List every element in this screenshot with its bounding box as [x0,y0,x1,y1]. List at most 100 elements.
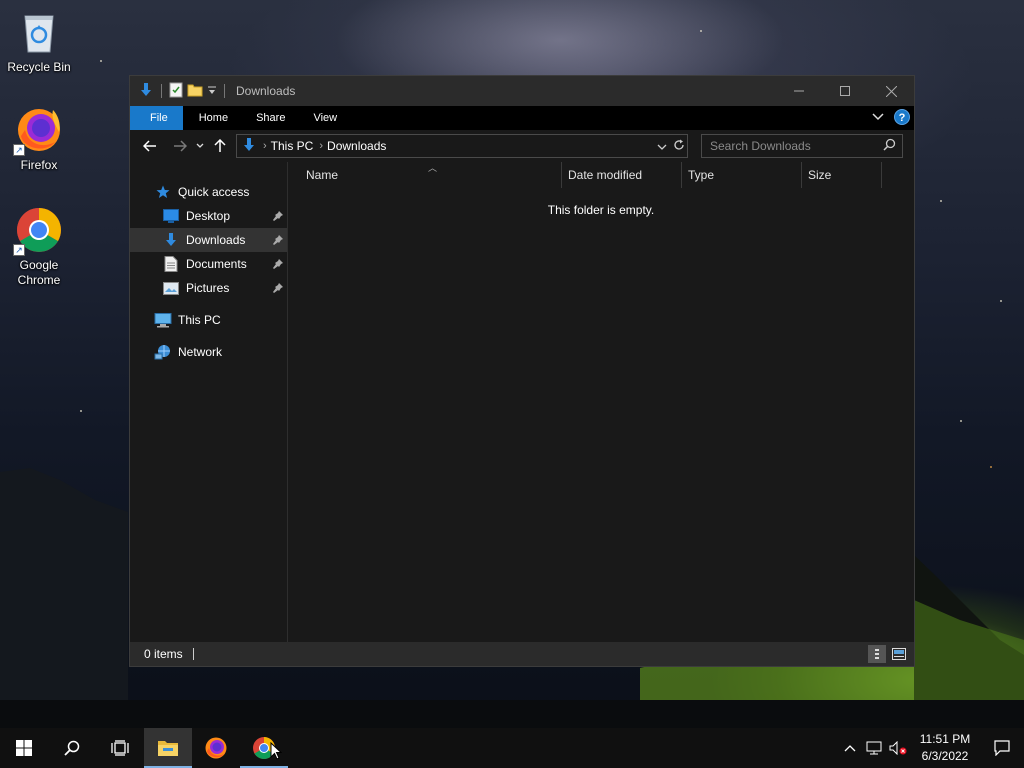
nav-item-label: Desktop [186,209,231,223]
minimize-button[interactable] [776,76,822,106]
taskbar-clock[interactable]: 11:51 PM 6/3/2022 [910,731,980,765]
help-button[interactable]: ? [894,109,910,125]
tab-file[interactable]: File [130,106,183,130]
ribbon-tabs: File Home Share View ? [130,106,914,130]
downloads-folder-icon [162,232,180,248]
star-icon [154,184,172,200]
column-label: Type [688,168,715,182]
nav-item-network[interactable]: Network [130,340,287,364]
shortcut-arrow-icon: ↗ [13,144,25,156]
firefox-icon [205,737,227,759]
nav-item-downloads[interactable]: Downloads [130,228,287,252]
large-icons-view-icon [892,648,906,660]
view-buttons [868,645,908,663]
forward-button[interactable] [168,134,192,158]
customize-toolbar-dropdown-icon[interactable] [207,84,217,99]
file-explorer-icon [158,741,178,756]
back-button[interactable] [138,134,162,158]
action-center-button[interactable] [980,728,1024,768]
expand-ribbon-button[interactable] [872,110,884,124]
desktop-icon-recycle-bin[interactable]: Recycle Bin [1,8,77,75]
pin-icon [273,210,283,224]
pin-icon [273,234,283,248]
explorer-content: Quick access Desktop Downloads Documents… [130,162,914,642]
breadcrumb-downloads[interactable]: Downloads [327,139,386,153]
navigation-pane[interactable]: Quick access Desktop Downloads Documents… [130,162,288,642]
quick-access-toolbar: Downloads [130,76,295,106]
nav-item-pictures[interactable]: Pictures [130,276,287,300]
toolbar-separator [161,84,162,98]
forward-arrow-icon [174,140,187,152]
desktop-icon-google-chrome[interactable]: ↗ Google Chrome [1,206,77,288]
file-explorer-window: Downloads File Home Share View ? › This … [129,75,915,667]
clock-time: 11:51 PM [919,732,971,746]
column-header-type[interactable]: Type [682,162,802,188]
chevron-down-icon [657,144,667,150]
file-list-pane[interactable]: ︿ Name Date modified Type Size This fold… [288,162,914,642]
network-status-button[interactable] [862,728,886,768]
large-icons-view-button[interactable] [890,645,908,663]
recent-locations-button[interactable] [192,134,208,158]
up-arrow-icon [214,139,226,152]
nav-item-this-pc[interactable]: This PC [130,308,287,332]
pictures-folder-icon [162,280,180,296]
start-button[interactable] [0,728,48,768]
back-arrow-icon [143,140,156,152]
pin-icon [273,282,283,296]
taskbar-firefox[interactable] [192,728,240,768]
status-divider [192,648,194,660]
task-view-icon [111,740,129,756]
tab-share[interactable]: Share [242,106,299,130]
properties-icon[interactable] [169,82,183,101]
taskbar-chrome[interactable] [240,728,288,768]
column-header-name[interactable]: ︿ Name [288,162,562,188]
nav-item-label: Network [178,345,223,359]
show-hidden-icons-button[interactable] [838,728,862,768]
column-header-size[interactable]: Size [802,162,882,188]
task-view-button[interactable] [96,728,144,768]
chevron-up-icon [844,745,856,752]
desktop-icon-label: Recycle Bin [7,60,71,74]
search-input[interactable] [702,135,872,157]
nav-item-label: Downloads [186,233,246,247]
title-bar[interactable]: Downloads [130,76,914,106]
toolbar-separator [224,84,225,98]
recycle-bin-icon [15,8,63,56]
tab-view[interactable]: View [299,106,351,130]
nav-item-label: Quick access [178,185,250,199]
minimize-icon [794,90,804,92]
taskbar-file-explorer[interactable] [144,728,192,768]
tab-home[interactable]: Home [185,106,242,130]
maximize-icon [840,86,850,96]
nav-item-documents[interactable]: Documents [130,252,287,276]
new-folder-icon[interactable] [187,82,203,101]
navigation-bar: › This PC › Downloads [130,130,914,162]
window-controls [776,76,914,106]
breadcrumb-separator[interactable]: › [319,140,323,152]
column-header-date-modified[interactable]: Date modified [562,162,682,188]
close-button[interactable] [868,76,914,106]
up-button[interactable] [208,134,232,158]
status-bar: 0 items [130,642,914,666]
taskbar-search-button[interactable] [48,728,96,768]
system-tray: 11:51 PM 6/3/2022 [838,728,1024,768]
search-box[interactable] [701,134,903,158]
breadcrumb-separator[interactable]: › [263,140,267,152]
breadcrumb-this-pc[interactable]: This PC [271,139,314,153]
volume-muted-icon [889,741,907,755]
column-label: Size [808,168,832,182]
desktop-icon-firefox[interactable]: ↗ Firefox [1,106,77,173]
column-headers: ︿ Name Date modified Type Size [288,162,914,188]
nav-item-quick-access[interactable]: Quick access [130,180,287,204]
nav-item-desktop[interactable]: Desktop [130,204,287,228]
address-bar[interactable]: › This PC › Downloads [236,134,688,158]
details-view-button[interactable] [868,645,886,663]
volume-button[interactable] [886,728,910,768]
address-history-dropdown[interactable] [657,139,667,153]
nav-item-label: This PC [178,313,221,327]
firefox-icon: ↗ [13,106,63,156]
refresh-button[interactable] [673,139,685,154]
network-icon [866,741,882,755]
maximize-button[interactable] [822,76,868,106]
close-icon [885,85,897,97]
